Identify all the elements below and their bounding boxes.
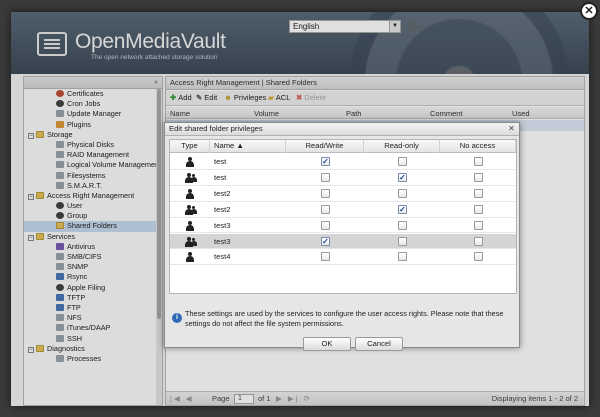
read-only-checkbox[interactable] xyxy=(398,157,407,166)
user-icon xyxy=(184,252,198,263)
info-note-text: These settings are used by the services … xyxy=(185,309,504,328)
group-icon xyxy=(184,236,198,247)
info-icon: i xyxy=(172,313,182,323)
read-only-checkbox[interactable] xyxy=(398,236,407,246)
no-access-checkbox[interactable] xyxy=(474,157,483,166)
read-write-checkbox[interactable] xyxy=(321,252,330,262)
ok-button[interactable]: OK xyxy=(303,337,351,351)
user-icon xyxy=(184,188,198,199)
column-name-sort[interactable]: Name ▲ xyxy=(210,140,286,153)
privilege-name: test2 xyxy=(214,188,231,198)
no-access-checkbox[interactable] xyxy=(474,172,483,182)
column-read-write[interactable]: Read/Write xyxy=(286,140,364,153)
privilege-name: test3 xyxy=(214,236,231,246)
privilege-row[interactable]: test ✓ xyxy=(170,170,516,186)
privilege-name: test3 xyxy=(214,220,231,230)
no-access-checkbox[interactable] xyxy=(474,220,483,230)
privilege-name: test4 xyxy=(214,252,231,262)
privilege-row[interactable]: test2 xyxy=(170,186,516,202)
read-write-checkbox[interactable]: ✓ xyxy=(321,236,330,246)
privilege-row[interactable]: test2 ✓ xyxy=(170,202,516,218)
read-write-checkbox[interactable] xyxy=(321,220,330,230)
dialog-title: Edit shared folder privileges xyxy=(165,123,519,136)
privilege-row[interactable]: test3 xyxy=(170,218,516,234)
read-write-checkbox[interactable] xyxy=(321,204,330,214)
read-write-checkbox[interactable] xyxy=(321,188,330,198)
no-access-checkbox[interactable] xyxy=(474,204,483,214)
read-only-checkbox[interactable]: ✓ xyxy=(398,172,407,182)
read-write-checkbox[interactable]: ✓ xyxy=(321,157,330,166)
cancel-button[interactable]: Cancel xyxy=(355,337,403,351)
edit-privileges-dialog: Edit shared folder privileges ✕ Type Nam… xyxy=(164,122,520,351)
read-only-checkbox[interactable] xyxy=(398,252,407,262)
privilege-name: test xyxy=(214,157,227,166)
no-access-checkbox[interactable] xyxy=(474,188,483,198)
column-no-access[interactable]: No access xyxy=(440,140,516,153)
privilege-name: test xyxy=(214,172,227,182)
close-lightbox-icon[interactable]: ✕ xyxy=(580,2,598,20)
privilege-row[interactable]: test4 xyxy=(170,249,516,266)
info-note: i These settings are used by the service… xyxy=(169,309,517,331)
group-icon xyxy=(184,172,198,183)
no-access-checkbox[interactable] xyxy=(474,252,483,262)
user-icon xyxy=(184,220,198,231)
privilege-row[interactable]: test ✓ xyxy=(170,154,516,170)
privilege-name: test2 xyxy=(214,204,231,214)
read-only-checkbox[interactable] xyxy=(398,220,407,230)
column-read-only[interactable]: Read-only xyxy=(364,140,440,153)
no-access-checkbox[interactable] xyxy=(474,236,483,246)
privileges-grid: Type Name ▲ Read/Write Read-only No acce… xyxy=(169,139,517,294)
group-icon xyxy=(184,204,198,215)
privileges-grid-header: Type Name ▲ Read/Write Read-only No acce… xyxy=(170,140,516,153)
close-icon[interactable]: ✕ xyxy=(507,125,516,134)
read-only-checkbox[interactable]: ✓ xyxy=(398,204,407,214)
app-window: OpenMediaVault The open network attached… xyxy=(11,12,589,406)
read-only-checkbox[interactable] xyxy=(398,188,407,198)
column-type[interactable]: Type xyxy=(170,140,210,153)
user-icon xyxy=(184,157,198,167)
privilege-row[interactable]: test3 ✓ xyxy=(170,233,516,250)
read-write-checkbox[interactable] xyxy=(321,172,330,182)
